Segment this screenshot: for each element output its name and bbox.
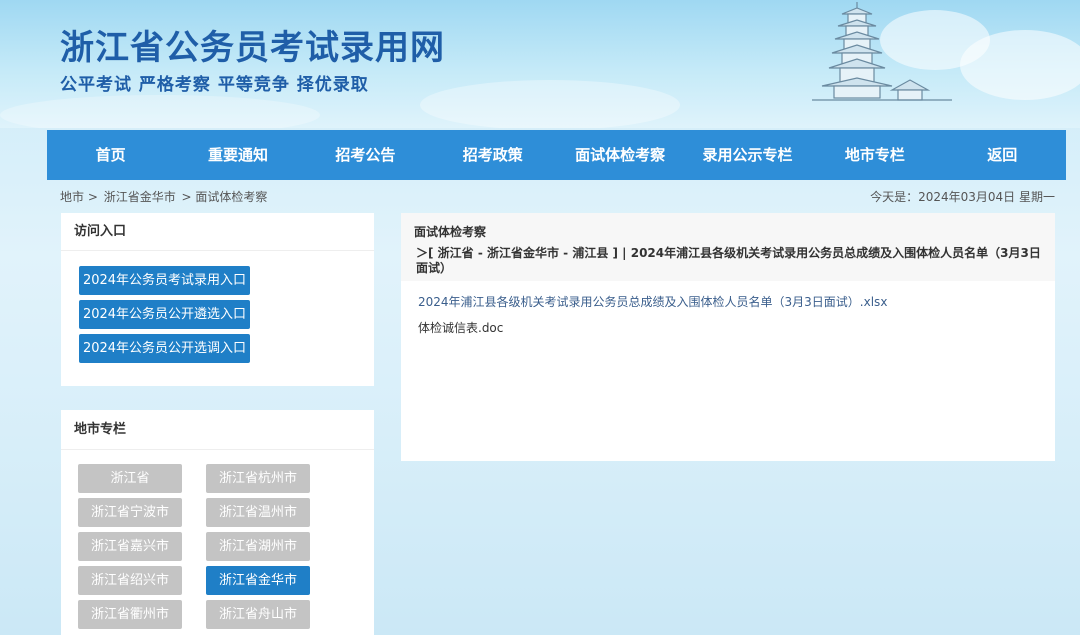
city-jiaxing[interactable]: 浙江省嘉兴市 bbox=[78, 532, 182, 561]
selection-entry-button[interactable]: 2024年公务员公开遴选入口 bbox=[79, 300, 250, 329]
city-panel-title: 地市专栏 bbox=[61, 410, 374, 450]
cloud-decoration bbox=[960, 30, 1080, 100]
city-zhejiang[interactable]: 浙江省 bbox=[78, 464, 182, 493]
content-panel: 面试体检考察 ＞[ 浙江省 - 浙江省金华市 - 浦江县 ] | 2024年浦江… bbox=[401, 213, 1055, 461]
nav-hiring-publicity[interactable]: 录用公示专栏 bbox=[684, 130, 811, 180]
nav-home[interactable]: 首页 bbox=[47, 130, 174, 180]
pagoda-illustration bbox=[812, 2, 952, 101]
site-title: 浙江省公务员考试录用网 bbox=[60, 28, 445, 68]
city-wenzhou[interactable]: 浙江省温州市 bbox=[206, 498, 310, 527]
exam-entry-button[interactable]: 2024年公务员考试录用入口 bbox=[79, 266, 250, 295]
city-ningbo[interactable]: 浙江省宁波市 bbox=[78, 498, 182, 527]
cloud-decoration bbox=[0, 95, 320, 128]
content-section-title: 面试体检考察 bbox=[414, 225, 487, 239]
current-date: 今天是：2024年03月04日 星期一 bbox=[870, 190, 1055, 204]
breadcrumb-city[interactable]: 地市 > bbox=[60, 190, 98, 204]
main-nav: 首页 重要通知 招考公告 招考政策 面试体检考察 录用公示专栏 地市专栏 返回 bbox=[47, 130, 1066, 180]
city-jinhua[interactable]: 浙江省金华市 bbox=[206, 566, 310, 595]
content-path: ＞[ 浙江省 - 浙江省金华市 - 浦江县 ] | 2024年浦江县各级机关考试… bbox=[416, 246, 1041, 275]
nav-important-notices[interactable]: 重要通知 bbox=[174, 130, 301, 180]
city-panel: 地市专栏 浙江省 浙江省杭州市 浙江省宁波市 浙江省温州市 浙江省嘉兴市 浙江省… bbox=[61, 410, 374, 635]
city-zhoushan[interactable]: 浙江省舟山市 bbox=[206, 600, 310, 629]
breadcrumb: 地市 > 浙江省金华市 > 面试体检考察 bbox=[60, 188, 269, 205]
site-slogan: 公平考试 严格考察 平等竞争 择优录取 bbox=[60, 75, 369, 95]
nav-recruitment-policy[interactable]: 招考政策 bbox=[429, 130, 556, 180]
breadcrumb-current: > 面试体检考察 bbox=[181, 190, 268, 204]
city-shaoxing[interactable]: 浙江省绍兴市 bbox=[78, 566, 182, 595]
nav-recruitment-announcements[interactable]: 招考公告 bbox=[302, 130, 429, 180]
transfer-entry-button[interactable]: 2024年公务员公开选调入口 bbox=[79, 334, 250, 363]
breadcrumb-jinhua[interactable]: 浙江省金华市 bbox=[104, 190, 176, 204]
content-header: 面试体检考察 ＞[ 浙江省 - 浙江省金华市 - 浦江县 ] | 2024年浦江… bbox=[401, 213, 1055, 281]
city-hangzhou[interactable]: 浙江省杭州市 bbox=[206, 464, 310, 493]
access-panel: 访问入口 2024年公务员考试录用入口 2024年公务员公开遴选入口 2024年… bbox=[61, 213, 374, 386]
file-link-xlsx[interactable]: 2024年浦江县各级机关考试录用公务员总成绩及入围体检人员名单（3月3日面试）.… bbox=[418, 293, 887, 310]
nav-city-column[interactable]: 地市专栏 bbox=[811, 130, 938, 180]
nav-interview-exam[interactable]: 面试体检考察 bbox=[557, 130, 684, 180]
city-huzhou[interactable]: 浙江省湖州市 bbox=[206, 532, 310, 561]
site-header: 浙江省公务员考试录用网 公平考试 严格考察 平等竞争 择优录取 bbox=[0, 0, 1080, 128]
cloud-decoration bbox=[420, 80, 680, 128]
city-quzhou[interactable]: 浙江省衢州市 bbox=[78, 600, 182, 629]
file-link-doc[interactable]: 体检诚信表.doc bbox=[418, 319, 503, 336]
nav-back[interactable]: 返回 bbox=[939, 130, 1066, 180]
access-panel-title: 访问入口 bbox=[61, 213, 374, 251]
